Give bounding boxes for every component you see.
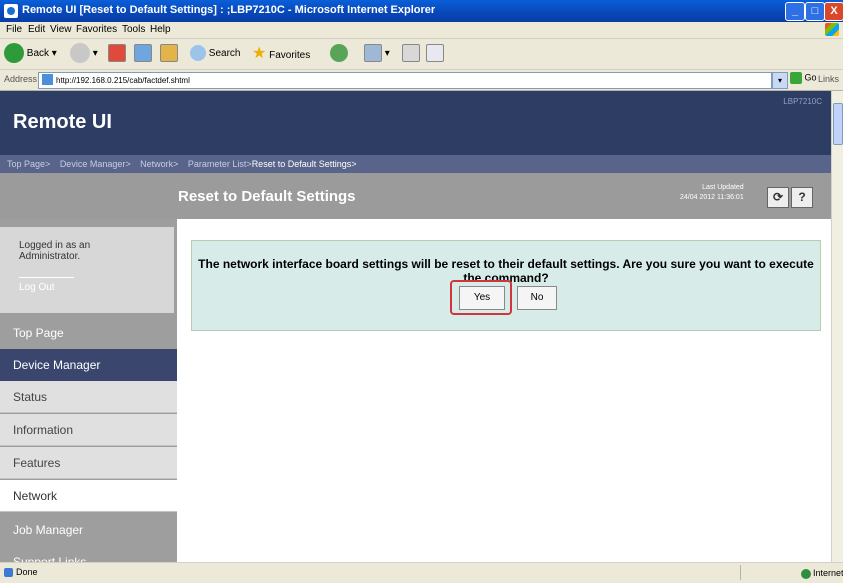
breadcrumb-parameter-list[interactable]: Parameter List> xyxy=(188,159,252,169)
menu-tools[interactable]: Tools xyxy=(122,24,145,35)
window-title: Remote UI [Reset to Default Settings] : … xyxy=(22,4,436,16)
home-button[interactable] xyxy=(160,43,178,65)
search-button[interactable]: Search xyxy=(190,43,240,65)
menu-bar: File Edit View Favorites Tools Help xyxy=(0,22,843,39)
mail-button[interactable]: ▾ xyxy=(364,43,390,65)
address-label: Address xyxy=(4,74,38,84)
no-button[interactable]: No xyxy=(517,286,557,310)
menu-help[interactable]: Help xyxy=(150,24,171,35)
edit-icon xyxy=(426,44,444,63)
sidebar: Logged in as an Administrator. Log Out T… xyxy=(0,219,177,562)
address-dropdown-button[interactable]: ▾ xyxy=(772,72,788,89)
status-bar: Done Internet xyxy=(0,562,843,583)
last-updated-label: Last Updated xyxy=(702,184,744,191)
address-url: http://192.168.0.215/cab/factdef.shtml xyxy=(56,76,190,85)
print-button[interactable] xyxy=(402,43,420,65)
stop-icon xyxy=(108,44,126,63)
globe-icon xyxy=(801,569,811,579)
print-icon xyxy=(402,44,420,63)
back-arrow-icon xyxy=(4,43,24,64)
refresh-page-button[interactable] xyxy=(134,43,152,65)
scrollbar-thumb[interactable] xyxy=(833,103,843,145)
sidebar-item-job-manager[interactable]: Job Manager xyxy=(0,514,177,546)
home-icon xyxy=(160,44,178,63)
title-strip-left xyxy=(0,173,177,219)
last-updated: Last Updated 24/04 2012 11:36:01 xyxy=(680,183,744,203)
back-label: Back xyxy=(26,48,50,59)
breadcrumb-top-page[interactable]: Top Page> xyxy=(7,159,50,169)
sidebar-item-support-links[interactable]: Support Links xyxy=(0,546,177,562)
address-bar: Address http://192.168.0.215/cab/factdef… xyxy=(0,70,843,91)
minimize-button[interactable]: _ xyxy=(785,2,805,21)
vertical-scrollbar[interactable] xyxy=(831,91,843,562)
go-label: Go xyxy=(804,72,817,83)
status-text: Done xyxy=(16,567,38,577)
menu-edit[interactable]: Edit xyxy=(28,24,45,35)
address-input[interactable]: http://192.168.0.215/cab/factdef.shtml xyxy=(38,72,772,89)
stop-button[interactable] xyxy=(108,43,126,65)
page-icon xyxy=(42,74,53,85)
history-icon xyxy=(330,44,348,63)
menu-view[interactable]: View xyxy=(50,24,72,35)
remote-ui-header: Remote UI LBP7210C xyxy=(0,91,832,155)
sidebar-item-information[interactable]: Information xyxy=(0,414,177,446)
edit-button[interactable] xyxy=(426,43,444,65)
printer-model: LBP7210C xyxy=(783,97,822,106)
login-status-text: Logged in as an Administrator. xyxy=(19,240,91,262)
search-label: Search xyxy=(208,48,241,59)
favorites-label: Favorites xyxy=(269,50,311,61)
windows-logo-icon xyxy=(825,23,839,36)
history-button[interactable] xyxy=(330,43,348,65)
breadcrumb-network[interactable]: Network> xyxy=(140,159,178,169)
forward-arrow-icon xyxy=(70,43,90,64)
page-title: Reset to Default Settings xyxy=(178,188,356,205)
go-button[interactable]: Go xyxy=(790,72,817,84)
zone-text: Internet xyxy=(813,568,843,578)
menu-favorites[interactable]: Favorites xyxy=(76,24,117,35)
breadcrumb-device-manager[interactable]: Device Manager> xyxy=(60,159,131,169)
yes-button[interactable]: Yes xyxy=(459,286,505,310)
star-icon: ★ xyxy=(252,45,267,62)
last-updated-value: 24/04 2012 11:36:01 xyxy=(680,194,744,201)
favorites-button[interactable]: ★ Favorites xyxy=(252,43,310,65)
login-status-box: Logged in as an Administrator. Log Out xyxy=(0,227,174,313)
main-content: The network interface board settings wil… xyxy=(177,219,832,562)
sidebar-item-network[interactable]: Network xyxy=(0,480,177,512)
remote-ui-logo: Remote UI xyxy=(13,111,112,133)
close-button[interactable]: X xyxy=(824,2,843,21)
logout-link[interactable]: Log Out xyxy=(19,277,74,293)
search-icon xyxy=(190,45,206,62)
page-done-icon xyxy=(4,568,13,577)
internet-explorer-icon xyxy=(4,4,18,18)
sidebar-item-device-manager[interactable]: Device Manager xyxy=(0,349,177,381)
forward-button[interactable]: ▾ xyxy=(70,43,98,65)
links-button[interactable]: Links xyxy=(818,74,839,84)
browser-viewport: Remote UI LBP7210C Top Page> Device Mana… xyxy=(0,91,832,562)
help-button[interactable]: ? xyxy=(791,187,813,208)
page-title-strip: Reset to Default Settings Last Updated 2… xyxy=(0,173,832,219)
mail-icon xyxy=(364,44,382,63)
back-button[interactable]: Back ▾ xyxy=(4,43,57,65)
sidebar-item-status[interactable]: Status xyxy=(0,381,177,413)
maximize-button[interactable]: □ xyxy=(805,2,825,21)
refresh-button[interactable]: ⟳ xyxy=(767,187,789,208)
security-zone: Internet xyxy=(740,565,843,580)
breadcrumb: Top Page> Device Manager> Network> Param… xyxy=(0,155,832,173)
confirmation-box: The network interface board settings wil… xyxy=(191,240,821,331)
go-arrow-icon xyxy=(790,72,802,84)
sidebar-item-top-page[interactable]: Top Page xyxy=(0,317,177,349)
window-titlebar: Remote UI [Reset to Default Settings] : … xyxy=(0,0,843,22)
breadcrumb-current: Reset to Default Settings> xyxy=(251,159,357,169)
sidebar-item-features[interactable]: Features xyxy=(0,447,177,479)
toolbar: Back ▾ ▾ Search ★ Favorites ▾ xyxy=(0,39,843,70)
menu-file[interactable]: File xyxy=(6,24,22,35)
refresh-icon: ⟳ xyxy=(772,190,784,204)
refresh-page-icon xyxy=(134,44,152,63)
